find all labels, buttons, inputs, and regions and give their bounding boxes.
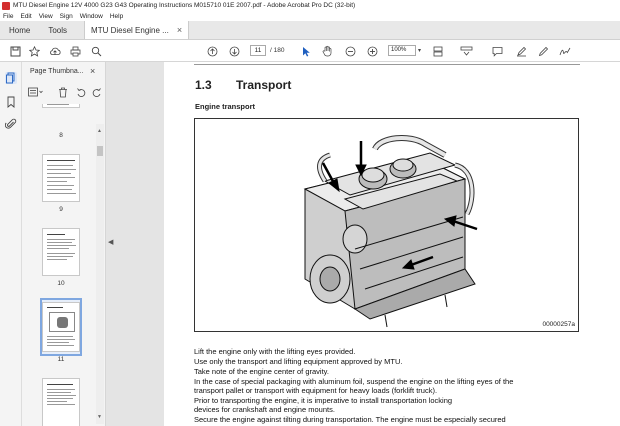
comment-icon[interactable]: [490, 44, 504, 58]
close-panel-icon[interactable]: ×: [90, 66, 95, 76]
panel-collapse-handle[interactable]: ◀: [106, 62, 116, 426]
draw-pencil-icon[interactable]: [536, 44, 550, 58]
paragraph-line-1: Lift the engine only with the lifting ey…: [194, 347, 356, 356]
page-thumbnail-11[interactable]: [42, 302, 80, 352]
zoom-dropdown-chevron-icon[interactable]: ▾: [418, 47, 421, 54]
menu-help[interactable]: Help: [110, 13, 123, 20]
zoom-in-icon[interactable]: [365, 44, 379, 58]
highlight-pen-icon[interactable]: [514, 44, 528, 58]
title-bar: MTU Diesel Engine 12V 4000 G23 G43 Opera…: [0, 0, 620, 11]
paragraph-line-8: Secure the engine against tilting during…: [194, 415, 506, 424]
page-thumbnail-10[interactable]: [42, 228, 80, 276]
menu-view[interactable]: View: [39, 13, 53, 20]
search-icon[interactable]: [89, 44, 103, 58]
page-label-9: 9: [59, 206, 63, 213]
thumbnail-panel-title: Page Thumbna...: [30, 68, 84, 75]
paragraph-line-6: Prior to transporting the engine, it is …: [194, 396, 453, 405]
toolbar: 11 / 180 100% ▾: [0, 40, 620, 62]
page-total: / 180: [270, 47, 285, 54]
tab-document-label: MTU Diesel Engine ...: [91, 25, 169, 35]
thumbnail-scrollbar-thumb[interactable]: [97, 146, 103, 156]
menu-sign[interactable]: Sign: [60, 13, 73, 20]
scroll-down-icon[interactable]: ▼: [97, 414, 102, 420]
next-page-icon[interactable]: [227, 44, 241, 58]
section-title: Transport: [236, 78, 292, 92]
delete-page-icon[interactable]: [58, 85, 68, 99]
paragraph-line-3: Take note of the engine center of gravit…: [194, 367, 329, 376]
close-tab-icon[interactable]: ×: [177, 25, 182, 35]
tab-bar: Home Tools MTU Diesel Engine ... ×: [0, 21, 620, 40]
figure-code: 00000257a: [542, 321, 575, 328]
upload-cloud-icon[interactable]: [48, 44, 62, 58]
thumbnail-list: 8 9 10 11: [22, 104, 96, 426]
thumbnail-options-icon[interactable]: [28, 85, 44, 99]
tab-document[interactable]: MTU Diesel Engine ... ×: [84, 21, 190, 39]
rotate-left-icon[interactable]: [76, 85, 86, 99]
page-display-icon[interactable]: [430, 44, 446, 58]
section-number: 1.3: [195, 78, 212, 92]
menu-file[interactable]: File: [3, 13, 13, 20]
page-thumbnail-8[interactable]: [42, 104, 80, 108]
tab-home[interactable]: Home: [0, 21, 39, 39]
scroll-up-icon[interactable]: ▲: [97, 128, 102, 134]
collapse-left-icon[interactable]: ◀: [108, 238, 113, 246]
thumbnail-figure: [49, 312, 75, 332]
menu-bar: File Edit View Sign Window Help: [0, 11, 620, 21]
page-thumbnails-icon[interactable]: [5, 72, 17, 84]
page-label-11: 11: [57, 356, 65, 363]
document-view[interactable]: 1.3 Transport Engine transport 00000257a…: [116, 62, 620, 426]
scroll-mode-icon[interactable]: [458, 44, 474, 58]
window-title: MTU Diesel Engine 12V 4000 G23 G43 Opera…: [13, 2, 356, 9]
header-rule: [194, 64, 580, 65]
acrobat-icon: [2, 1, 10, 10]
print-icon[interactable]: [68, 44, 82, 58]
engine-figure: 00000257a: [194, 118, 579, 332]
sign-icon[interactable]: [558, 44, 572, 58]
attachment-paperclip-icon[interactable]: [4, 118, 17, 130]
select-cursor-icon[interactable]: [300, 44, 312, 58]
paragraph-line-4: In the case of special packaging with al…: [194, 377, 514, 386]
thumbnail-scrollbar[interactable]: ▲ ▼: [96, 124, 104, 424]
menu-window[interactable]: Window: [80, 13, 103, 20]
page-number-input[interactable]: 11: [250, 45, 266, 56]
zoom-out-icon[interactable]: [343, 44, 357, 58]
paragraph-line-5: transport pallet or transport with equip…: [194, 386, 438, 395]
thumbnail-panel: Page Thumbna... × 8 9 10 11 ▲ ▼: [22, 62, 106, 426]
page-thumbnail-9[interactable]: [42, 154, 80, 202]
page-label-8: 8: [59, 132, 63, 139]
engine-illustration: [303, 135, 478, 328]
paragraph-line-2: Use only the transport and lifting equip…: [194, 357, 403, 366]
save-icon[interactable]: [8, 44, 22, 58]
pdf-page: 1.3 Transport Engine transport 00000257a…: [164, 62, 620, 426]
paragraph-line-7: devices for crankshaft and engine mounts…: [194, 405, 335, 414]
navigation-rail: [0, 62, 22, 426]
star-icon[interactable]: [27, 44, 41, 58]
rotate-right-icon[interactable]: [92, 85, 102, 99]
previous-page-icon[interactable]: [205, 44, 219, 58]
bookmark-icon[interactable]: [5, 96, 17, 108]
tab-tools[interactable]: Tools: [39, 21, 76, 39]
thumbnail-tools: [26, 85, 102, 99]
page-thumbnail-12[interactable]: [42, 378, 80, 426]
menu-edit[interactable]: Edit: [20, 13, 31, 20]
subheading: Engine transport: [195, 102, 256, 111]
page-label-10: 10: [57, 280, 65, 287]
zoom-level-input[interactable]: 100%: [388, 45, 416, 56]
hand-tool-icon[interactable]: [320, 44, 334, 58]
